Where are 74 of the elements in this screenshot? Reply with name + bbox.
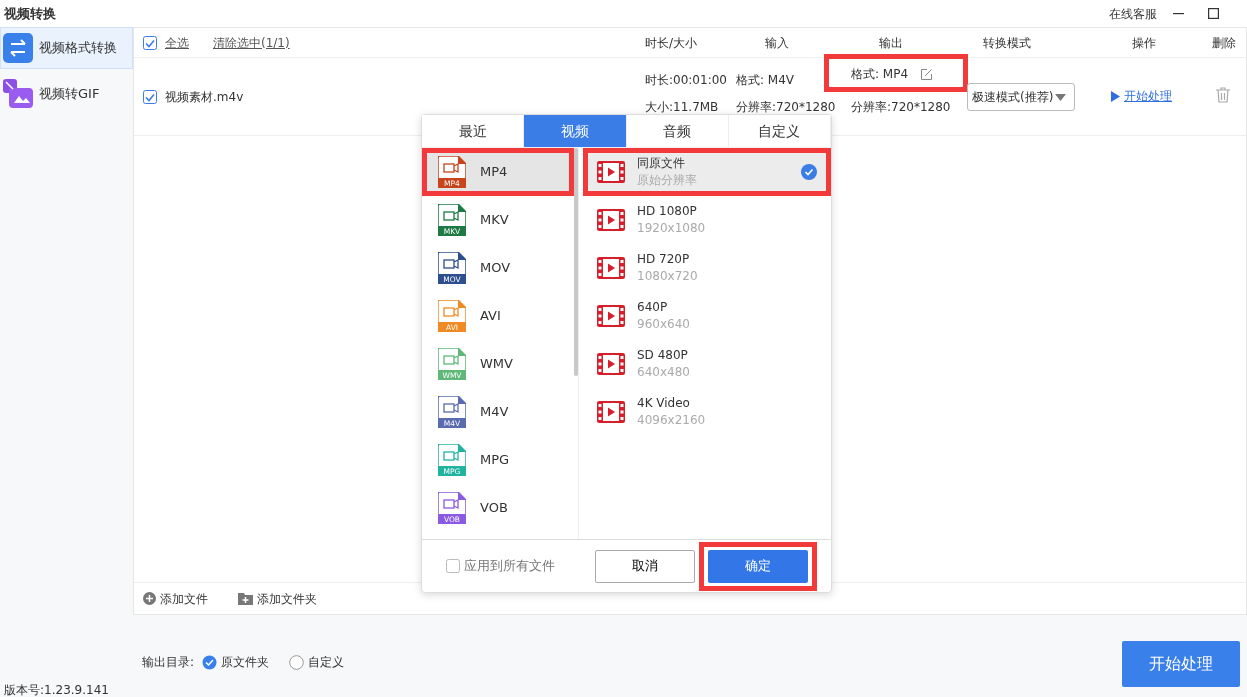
preset-resolution: 4096x2160 — [637, 412, 707, 429]
size-text: 大小:11.7MB — [645, 99, 719, 116]
input-resolution-text: 分辨率:720*1280 — [736, 99, 836, 116]
add-file-button[interactable]: 添加文件 — [143, 589, 208, 608]
sidebar-item[interactable]: 视频格式转换 — [0, 27, 133, 69]
film-play-icon — [597, 209, 625, 231]
film-play-icon — [597, 161, 625, 183]
select-all-link[interactable]: 全选 — [165, 33, 189, 52]
film-play-icon — [597, 353, 625, 375]
add-folder-button[interactable]: 添加文件夹 — [238, 589, 317, 608]
preset-title: 同原文件 — [637, 155, 686, 172]
preset-title: HD 720P — [637, 251, 691, 268]
film-play-icon — [597, 305, 625, 327]
output-directory-label: 输出目录: — [142, 654, 195, 671]
column-header: 输入 — [765, 34, 789, 52]
preset-resolution: 960x640 — [637, 316, 691, 333]
select-all-checkbox[interactable] — [143, 35, 157, 50]
trash-icon[interactable] — [1216, 87, 1230, 103]
online-support-link[interactable]: 在线客服 — [1109, 4, 1157, 23]
start-processing-link[interactable]: 开始处理 — [1111, 87, 1172, 105]
sidebar-item[interactable]: 视频转GIF — [0, 73, 133, 115]
edit-icon[interactable] — [920, 67, 934, 81]
preset-item[interactable]: 640P 960x640 — [583, 292, 831, 340]
swap-arrows-icon — [3, 33, 33, 63]
preset-item[interactable]: HD 1080P 1920x1080 — [583, 196, 831, 244]
row-checkbox[interactable] — [143, 89, 157, 104]
output-format-text: 格式: MP4 — [851, 66, 909, 83]
output-resolution-text: 分辨率:720*1280 — [851, 99, 951, 116]
plus-circle-icon — [143, 592, 156, 605]
column-header: 时长/大小 — [645, 34, 698, 52]
play-icon — [1111, 91, 1120, 102]
preset-resolution: 640x480 — [637, 364, 691, 381]
preset-title: 640P — [637, 299, 669, 316]
preset-item[interactable]: 4K Video 4096x2160 — [583, 388, 831, 436]
radio-button[interactable] — [289, 654, 305, 670]
column-header: 输出 — [879, 34, 903, 52]
radio-button[interactable] — [202, 654, 218, 670]
apply-all-checkbox[interactable]: 应用到所有文件 — [446, 556, 555, 576]
start-processing-button[interactable]: 开始处理 — [1122, 641, 1240, 687]
preset-title: 4K Video — [637, 395, 691, 412]
preset-item[interactable]: 同原文件 原始分辨率 — [583, 148, 831, 196]
check-circle-icon — [801, 164, 817, 180]
checkbox[interactable] — [446, 559, 460, 573]
preset-item[interactable]: SD 480P 640x480 — [583, 340, 831, 388]
preset-title: SD 480P — [637, 347, 689, 364]
folder-plus-icon — [238, 592, 253, 605]
column-header: 转换模式 — [983, 34, 1031, 52]
format-tab[interactable]: 最近 — [422, 115, 525, 147]
version-text: 版本号:1.23.9.141 — [4, 682, 109, 697]
input-format-text: 格式: M4V — [736, 72, 795, 89]
preset-resolution: 1080x720 — [637, 268, 699, 285]
cancel-button[interactable]: 取消 — [595, 549, 695, 583]
preset-resolution: 1920x1080 — [637, 220, 707, 237]
preset-resolution: 原始分辨率 — [637, 172, 698, 189]
caret-icon — [1055, 93, 1067, 101]
format-tab[interactable]: 视频 — [524, 115, 627, 147]
duration-text: 时长:00:01:00 — [645, 72, 727, 89]
preset-item[interactable]: HD 720P 1080x720 — [583, 244, 831, 292]
confirm-button[interactable]: 确定 — [708, 549, 808, 583]
format-tab[interactable]: 自定义 — [728, 115, 831, 147]
maximize-icon[interactable] — [1208, 8, 1219, 19]
clear-selection-link[interactable]: 清除选中(1/1) — [213, 33, 290, 52]
mode-dropdown[interactable]: 极速模式(推荐) — [967, 83, 1075, 111]
window-title: 视频转换 — [4, 4, 56, 23]
image-arrow-icon — [3, 79, 33, 109]
column-header: 操作 — [1132, 34, 1156, 52]
preset-title: HD 1080P — [637, 203, 698, 220]
column-header: 删除 — [1212, 34, 1236, 52]
radio-label[interactable]: 原文件夹 — [221, 653, 270, 671]
format-tab[interactable]: 音频 — [626, 115, 729, 147]
film-play-icon — [597, 401, 625, 423]
file-name: 视频素材.m4v — [165, 88, 244, 106]
radio-label[interactable]: 自定义 — [308, 653, 345, 671]
film-play-icon — [597, 257, 625, 279]
